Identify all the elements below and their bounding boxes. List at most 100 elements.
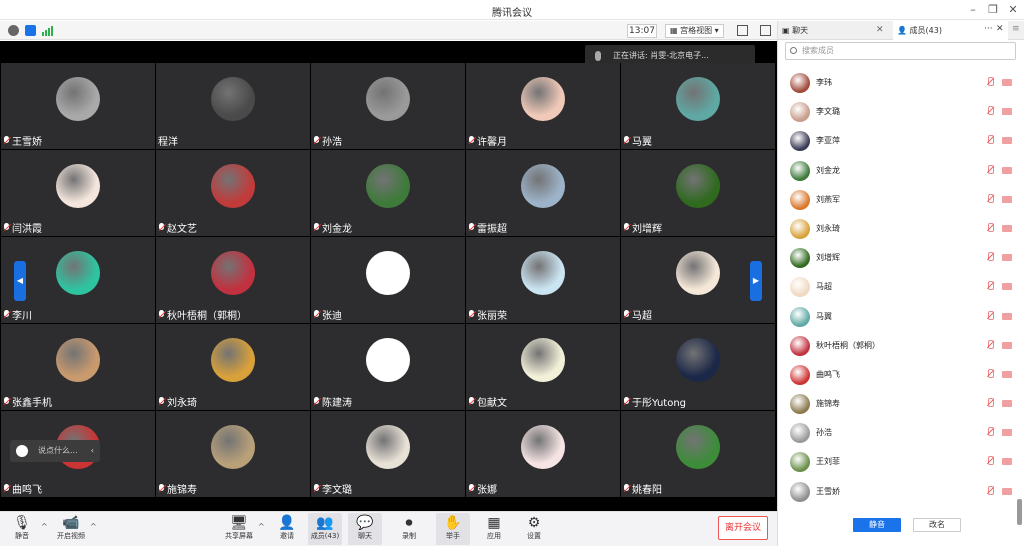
camera-off-icon[interactable] [1002,254,1012,262]
list-item[interactable]: 曲鸣飞 [778,360,1018,389]
chat-button[interactable]: 💬 聊天 [348,513,382,545]
camera-off-icon[interactable] [1002,79,1012,86]
chevron-up-icon[interactable]: ^ [258,522,265,531]
start-video-button[interactable]: 📹 开启视频 [54,513,88,545]
camera-off-icon[interactable] [1002,137,1012,145]
scrollbar[interactable] [1017,499,1022,525]
camera-off-icon[interactable] [1002,458,1012,466]
chevron-up-icon[interactable]: ^ [41,522,48,531]
video-tile[interactable]: 刘增辉 [621,150,775,236]
sidebar-toggle-icon[interactable] [760,25,771,36]
mic-muted-icon[interactable] [986,485,994,496]
list-item[interactable]: 王雪娇 [778,477,1018,506]
raise-hand-button[interactable]: ✋ 举手 [436,513,470,545]
leave-meeting-button[interactable]: 离开会议 [718,516,768,540]
video-tile[interactable]: 张鑫手机 [1,324,155,410]
info-icon[interactable] [8,25,19,36]
mic-muted-icon[interactable] [986,222,994,233]
video-tile[interactable]: 王雪娇 [1,63,155,149]
camera-off-icon[interactable] [1002,487,1012,495]
camera-off-icon[interactable] [1002,283,1012,291]
list-item[interactable]: 孙浩 [778,418,1018,447]
emoji-icon[interactable] [16,445,28,457]
video-tile[interactable]: 刘永琦 [156,324,310,410]
video-tile[interactable]: 刘金龙 [311,150,465,236]
mic-muted-icon[interactable] [986,164,994,175]
next-page-button[interactable]: ▶ [750,261,762,301]
video-tile[interactable]: 秋叶梧桐（郭桐） [156,237,310,323]
video-tile[interactable]: 李文璐 [311,411,465,497]
camera-off-icon[interactable] [1002,224,1012,232]
mic-muted-icon[interactable] [986,368,994,379]
list-item[interactable]: 马超 [778,272,1018,301]
video-tile[interactable]: 施锦寿 [156,411,310,497]
shield-icon[interactable] [25,25,36,36]
restore-icon[interactable]: ❐ [986,3,1000,16]
close-icon[interactable]: ✕ [1006,3,1020,16]
camera-off-icon[interactable] [1002,370,1012,378]
close-icon[interactable]: ✕ [876,25,884,35]
menu-icon[interactable]: ≡ [1012,24,1020,34]
video-tile[interactable]: 张娜 [466,411,620,497]
mic-muted-icon[interactable] [986,398,994,408]
camera-off-icon[interactable] [1002,341,1012,349]
minimize-icon[interactable]: – [966,3,980,16]
video-tile[interactable]: 许馨月 [466,63,620,149]
list-item[interactable]: 李文璐 [778,97,1018,126]
member-search-input[interactable]: 搜索成员 [785,42,1016,60]
mic-muted-icon[interactable] [986,427,994,437]
camera-off-icon[interactable] [1002,195,1012,203]
video-tile[interactable]: 包献文 [466,324,620,410]
video-tile[interactable]: 闫洪霞 [1,150,155,236]
prev-page-button[interactable]: ◀ [14,261,26,301]
apps-button[interactable]: ▦ 应用 [477,513,511,545]
rename-button[interactable]: 改名 [913,518,961,532]
video-tile[interactable]: 程洋 [156,63,310,149]
camera-off-icon[interactable] [1002,166,1012,174]
list-item[interactable]: 刘永琦 [778,214,1018,243]
mic-muted-icon[interactable] [986,106,994,116]
mic-muted-icon[interactable] [986,193,994,204]
list-item[interactable]: 刘金龙 [778,156,1018,185]
list-item[interactable]: 马翼 [778,302,1018,331]
mic-muted-icon[interactable] [986,456,994,466]
settings-button[interactable]: ⚙ 设置 [517,513,551,545]
tab-chat[interactable]: ▣ 聊天 [782,21,808,40]
quick-chat-input[interactable]: 说点什么... ‹ [10,440,100,462]
list-item[interactable]: 施锦寿 [778,389,1018,418]
invite-button[interactable]: 👤 邀请 [270,513,304,545]
mic-muted-icon[interactable] [986,135,994,145]
video-tile[interactable]: 马翼 [621,63,775,149]
video-tile[interactable]: 张迪 [311,237,465,323]
camera-off-icon[interactable] [1002,312,1012,320]
camera-off-icon[interactable] [1002,429,1012,437]
mic-muted-icon[interactable] [986,339,994,350]
camera-off-icon[interactable] [1002,400,1012,408]
video-tile[interactable]: 赵文艺 [156,150,310,236]
mute-all-button[interactable]: 静音 [853,518,901,532]
signal-icon[interactable] [42,25,53,36]
mic-muted-icon[interactable] [986,252,994,262]
list-item[interactable]: 秋叶梧桐（郭桐） [778,331,1018,360]
video-tile[interactable]: 姚春阳 [621,411,775,497]
chevron-left-icon[interactable]: ‹ [91,440,94,462]
share-screen-button[interactable]: 🖥 共享屏幕 [222,513,256,545]
mic-muted-icon[interactable] [986,77,994,87]
list-item[interactable]: 李玮 [778,68,1018,97]
more-icon[interactable]: ··· [984,24,993,34]
view-mode-select[interactable]: ▦ 宫格视图 ▾ [665,24,724,38]
chevron-up-icon[interactable]: ^ [90,522,97,531]
fullscreen-icon[interactable] [737,25,748,36]
mic-muted-icon[interactable] [986,310,994,321]
list-item[interactable]: 刘增辉 [778,243,1018,272]
mic-muted-icon[interactable] [986,281,994,291]
video-tile[interactable]: 陈建涛 [311,324,465,410]
video-tile[interactable]: 张丽荣 [466,237,620,323]
list-item[interactable]: 李亚萍 [778,126,1018,155]
close-icon[interactable]: ✕ [996,24,1004,34]
video-tile[interactable]: 于彤Yutong [621,324,775,410]
record-button[interactable]: ⏺ 录制 [392,513,426,545]
camera-off-icon[interactable] [1002,108,1012,116]
list-item[interactable]: 刘燕军 [778,185,1018,214]
list-item[interactable]: 王刘菲 [778,447,1018,476]
